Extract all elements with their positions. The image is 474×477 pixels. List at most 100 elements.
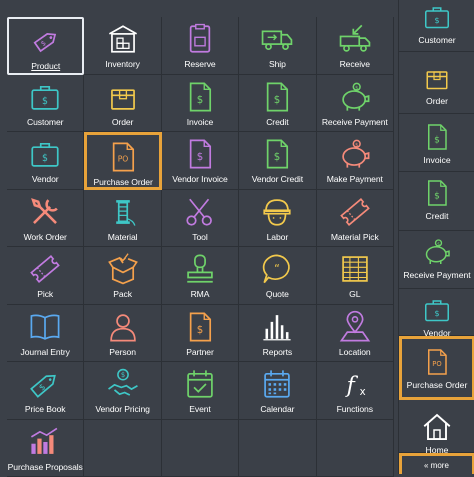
tile-person[interactable]: Person [84,305,161,363]
empty-cell [317,420,394,477]
function-icon: fx [338,367,372,401]
tile-ship[interactable]: Ship [239,17,316,75]
svg-text:PO: PO [432,360,441,368]
tile-vendor-pricing[interactable]: $ Vendor Pricing [84,362,161,420]
tile-vendor[interactable]: $ Vendor [7,132,84,190]
hard-hat-icon [260,195,294,229]
ticket-icon [338,195,372,229]
sidebar-item-receive-payment[interactable]: $ Receive Payment [399,231,474,289]
person-icon [106,310,140,344]
tile-label: Customer [27,117,63,127]
svg-text:$: $ [38,382,49,393]
truck-arrow-icon [338,22,372,56]
piggy-bank-icon: $ [422,237,452,267]
svg-text:$: $ [434,135,440,145]
box-icon [422,63,452,93]
tile-location[interactable]: Location [317,305,394,363]
tile-credit[interactable]: $ Credit [239,75,316,133]
reserve-box-icon [183,22,217,56]
tile-price-book[interactable]: $ Price Book [7,362,84,420]
tile-label: Person [109,347,136,357]
tools-icon [28,195,62,229]
open-book-icon [28,310,62,344]
handshake-dollar-icon: $ [106,367,140,401]
tile-label: Calendar [260,404,294,414]
tile-partner[interactable]: $ Partner [162,305,239,363]
scissors-icon [183,195,217,229]
tile-vendor-credit[interactable]: $ Vendor Credit [239,132,316,190]
sidebar-item-vendor[interactable]: $ Vendor [399,289,474,336]
tile-make-payment[interactable]: $ Make Payment [317,132,394,190]
tile-label: Pack [113,289,132,299]
svg-text:$: $ [437,241,440,247]
sidebar-item-invoice[interactable]: $ Invoice [399,116,474,172]
tile-reserve[interactable]: Reserve [162,17,239,75]
piggy-bank-icon: $ [338,80,372,114]
tile-calendar[interactable]: Calendar [239,362,316,420]
tile-inventory[interactable]: Inventory [84,17,161,75]
svg-text:$: $ [42,153,48,164]
sidebar-item-label: Receive Payment [403,270,470,280]
tile-vendor-invoice[interactable]: $ Vendor Invoice [162,132,239,190]
tile-pick[interactable]: Pick [7,247,84,305]
tile-label: Order [112,117,133,127]
tile-receive-payment[interactable]: $ Receive Payment [317,75,394,133]
tile-functions[interactable]: fx Functions [317,362,394,420]
svg-text:$: $ [274,94,280,105]
tile-label: Material Pick [331,232,379,242]
svg-text:f: f [344,373,358,399]
tile-order[interactable]: Order [84,75,161,133]
tile-receive[interactable]: Receive [317,17,394,75]
tile-label: Functions [337,404,373,414]
tile-reports[interactable]: Reports [239,305,316,363]
more-button[interactable]: « more [399,453,474,474]
tile-label: Reserve [184,59,215,69]
sidebar-item-customer[interactable]: $ Customer [399,0,474,52]
tile-label: Ship [269,59,286,69]
tile-tool[interactable]: Tool [162,190,239,248]
sidebar-item-order[interactable]: Order [399,57,474,114]
tile-rma[interactable]: RMA [162,247,239,305]
tile-label: RMA [191,289,210,299]
tile-label: Tool [192,232,207,242]
svg-text:$: $ [197,324,203,335]
tile-label: Event [189,404,210,414]
tile-label: Vendor Invoice [172,174,227,184]
tile-invoice[interactable]: $ Invoice [162,75,239,133]
tile-material-pick[interactable]: Material Pick [317,190,394,248]
svg-text:$: $ [274,152,280,163]
empty-cell [162,420,239,477]
tile-label: Receive Payment [322,117,388,127]
po-document-icon: PO [106,140,140,174]
tile-product[interactable]: $ Product [7,17,84,75]
tile-quote[interactable]: “ Quote [239,247,316,305]
tile-purchase-proposals[interactable]: Purchase Proposals [7,420,84,477]
tile-label: Receive [340,59,370,69]
svg-text:PO: PO [118,154,129,163]
sidebar-item-purchase-order[interactable]: PO Purchase Order [399,336,474,400]
svg-text:$: $ [197,94,203,105]
tile-customer[interactable]: $ Customer [7,75,84,133]
tile-label: Material [108,232,138,242]
calendar-check-icon [183,367,217,401]
svg-text:x: x [359,387,365,398]
sidebar-item-home[interactable]: Home [399,406,474,453]
ledger-icon [338,252,372,286]
box-icon [106,80,140,114]
tile-purchase-order[interactable]: PO Purchase Order [84,132,161,190]
tile-pack[interactable]: Pack [84,247,161,305]
map-pin-icon [338,310,372,344]
app-grid: $ Product Inventory Reserve Ship Receive… [7,17,394,474]
tile-label: Partner [186,347,213,357]
tile-material[interactable]: Material [84,190,161,248]
tile-label: Product [31,61,60,71]
ticket-icon [28,252,62,286]
tile-gl[interactable]: GL [317,247,394,305]
tile-work-order[interactable]: Work Order [7,190,84,248]
briefcase-dollar-icon: $ [422,295,452,325]
sidebar-item-credit[interactable]: $ Credit [399,172,474,231]
tile-journal-entry[interactable]: Journal Entry [7,305,84,363]
tile-labor[interactable]: Labor [239,190,316,248]
tile-event[interactable]: Event [162,362,239,420]
tile-label: Vendor Credit [252,174,303,184]
